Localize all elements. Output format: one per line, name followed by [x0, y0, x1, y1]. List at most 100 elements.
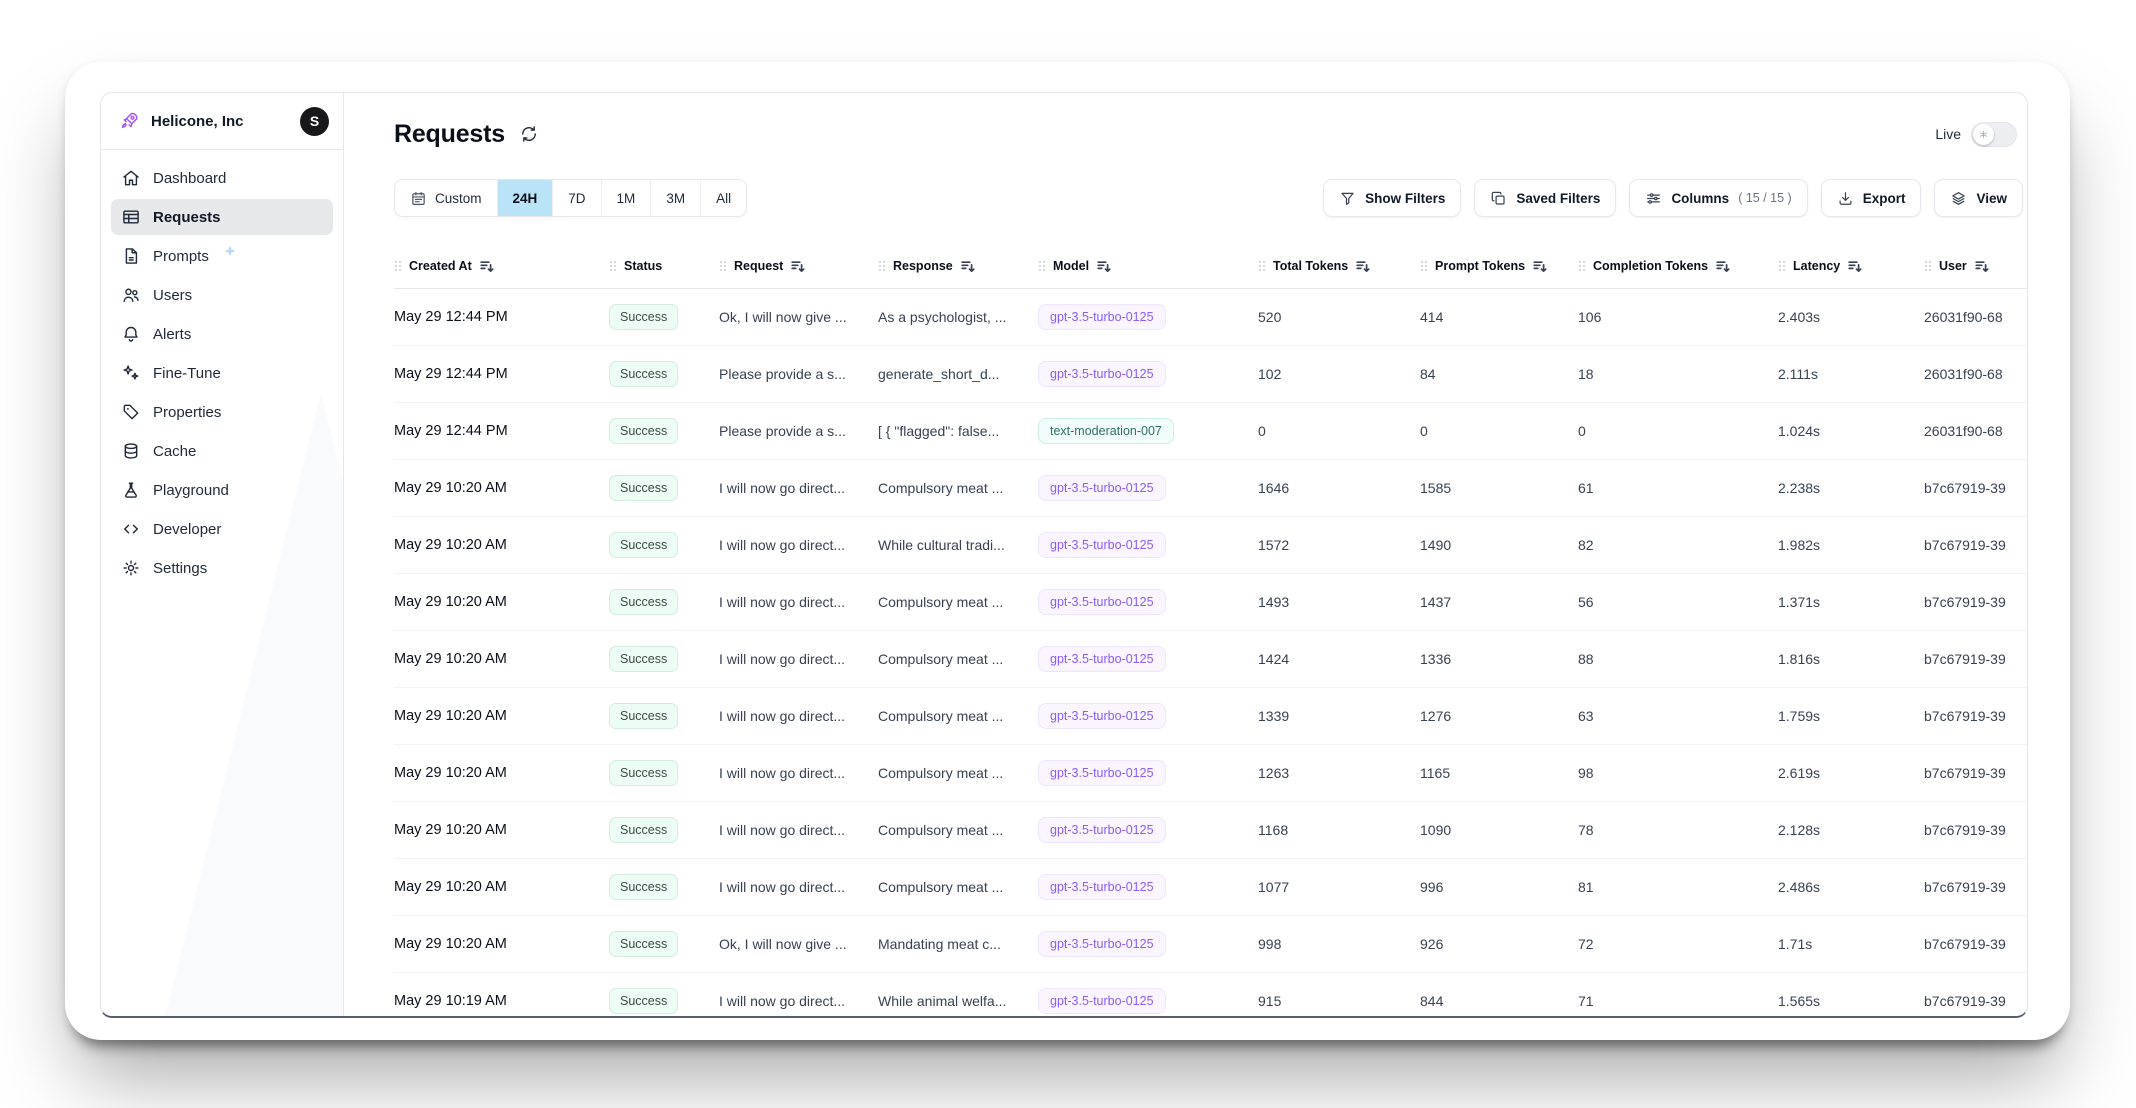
sidebar-item-users[interactable]: Users: [111, 277, 333, 313]
time-range-3m-button[interactable]: 3M: [651, 180, 701, 216]
org-name: Helicone, Inc: [151, 113, 244, 130]
refresh-button[interactable]: [519, 124, 539, 144]
sort-icon[interactable]: [479, 258, 495, 274]
cell-status: Success: [609, 931, 719, 957]
table-row[interactable]: May 29 10:20 AM Success Ok, I will now g…: [394, 916, 2027, 973]
sort-icon[interactable]: [960, 258, 976, 274]
column-label: Response: [893, 259, 953, 273]
view-button[interactable]: View: [1934, 179, 2023, 217]
table-row[interactable]: May 29 12:44 PM Success Please provide a…: [394, 346, 2027, 403]
cell-latency: 2.128s: [1778, 822, 1924, 838]
column-header-model[interactable]: Model: [1038, 258, 1258, 274]
sort-icon[interactable]: [1715, 258, 1731, 274]
calendar-icon: [410, 190, 427, 207]
sort-icon[interactable]: [790, 258, 806, 274]
cell-created-at: May 29 10:20 AM: [394, 936, 609, 952]
table-row[interactable]: May 29 10:20 AM Success I will now go di…: [394, 745, 2027, 802]
app-frame: Helicone, Inc S DashboardRequestsPrompts…: [100, 92, 2028, 1018]
cell-latency: 1.565s: [1778, 993, 1924, 1009]
column-header-user[interactable]: User: [1924, 258, 2027, 274]
cell-user: b7c67919-39: [1924, 480, 2027, 496]
time-range-custom-button[interactable]: Custom: [395, 180, 498, 216]
sidebar-item-dashboard[interactable]: Dashboard: [111, 160, 333, 196]
cell-created-at: May 29 10:19 AM: [394, 993, 609, 1009]
sort-icon[interactable]: [1532, 258, 1548, 274]
status-badge: Success: [609, 361, 678, 387]
drag-handle-icon[interactable]: [1258, 259, 1266, 273]
column-header-latency[interactable]: Latency: [1778, 258, 1924, 274]
time-range-all-button[interactable]: All: [701, 180, 746, 216]
status-badge: Success: [609, 418, 678, 444]
saved-filters-button[interactable]: Saved Filters: [1474, 179, 1616, 217]
column-header-total-tokens[interactable]: Total Tokens: [1258, 258, 1420, 274]
time-range-1m-button[interactable]: 1M: [602, 180, 652, 216]
show-filters-button[interactable]: Show Filters: [1323, 179, 1461, 217]
time-range-24h-button[interactable]: 24H: [498, 180, 554, 216]
sidebar-item-playground[interactable]: Playground: [111, 472, 333, 508]
sidebar-item-label: Settings: [153, 560, 207, 577]
column-header-response[interactable]: Response: [878, 258, 1038, 274]
cell-latency: 1.816s: [1778, 651, 1924, 667]
drag-handle-icon[interactable]: [1038, 259, 1046, 273]
columns-button[interactable]: Columns ( 15 / 15 ): [1629, 179, 1807, 217]
table-row[interactable]: May 29 10:20 AM Success I will now go di…: [394, 517, 2027, 574]
sidebar-item-requests[interactable]: Requests: [111, 199, 333, 235]
column-header-prompt-tokens[interactable]: Prompt Tokens: [1420, 258, 1578, 274]
model-badge: gpt-3.5-turbo-0125: [1038, 760, 1166, 786]
users-icon: [121, 285, 141, 305]
org-header[interactable]: Helicone, Inc S: [101, 93, 343, 150]
drag-handle-icon[interactable]: [719, 259, 727, 273]
live-control: Live: [1935, 122, 2017, 147]
drag-handle-icon[interactable]: [1420, 259, 1428, 273]
column-header-created-at[interactable]: Created At: [394, 258, 609, 274]
drag-handle-icon[interactable]: [609, 259, 617, 273]
table-row[interactable]: May 29 12:44 PM Success Ok, I will now g…: [394, 289, 2027, 346]
sort-icon[interactable]: [1096, 258, 1112, 274]
cell-completion-tokens: 88: [1578, 651, 1778, 667]
sidebar-item-settings[interactable]: Settings: [111, 550, 333, 586]
sidebar-item-cache[interactable]: Cache: [111, 433, 333, 469]
status-badge: Success: [609, 703, 678, 729]
cell-latency: 2.238s: [1778, 480, 1924, 496]
column-header-completion-tokens[interactable]: Completion Tokens: [1578, 258, 1778, 274]
sidebar-item-fine-tune[interactable]: Fine-Tune: [111, 355, 333, 391]
sidebar-item-label: Alerts: [153, 326, 191, 343]
sidebar-item-properties[interactable]: Properties: [111, 394, 333, 430]
table-row[interactable]: May 29 10:20 AM Success I will now go di…: [394, 859, 2027, 916]
export-button[interactable]: Export: [1821, 179, 1922, 217]
table-row[interactable]: May 29 12:44 PM Success Please provide a…: [394, 403, 2027, 460]
drag-handle-icon[interactable]: [394, 259, 402, 273]
main-content: Requests Live: [344, 93, 2027, 1016]
cell-response: Compulsory meat ...: [878, 822, 1038, 838]
drag-handle-icon[interactable]: [1924, 259, 1932, 273]
sort-icon[interactable]: [1847, 258, 1863, 274]
table-row[interactable]: May 29 10:20 AM Success I will now go di…: [394, 688, 2027, 745]
drag-handle-icon[interactable]: [1778, 259, 1786, 273]
time-range-7d-button[interactable]: 7D: [553, 180, 601, 216]
sidebar-item-alerts[interactable]: Alerts: [111, 316, 333, 352]
live-toggle[interactable]: [1971, 122, 2017, 147]
time-range-segmented-control: Custom 24H7D1M3MAll: [394, 179, 747, 217]
avatar[interactable]: S: [300, 107, 329, 136]
sort-icon[interactable]: [1355, 258, 1371, 274]
cell-model: gpt-3.5-turbo-0125: [1038, 646, 1258, 672]
column-header-request[interactable]: Request: [719, 258, 878, 274]
cell-total-tokens: 1424: [1258, 651, 1420, 667]
sidebar-item-developer[interactable]: Developer: [111, 511, 333, 547]
column-header-status[interactable]: Status: [609, 259, 719, 273]
cell-prompt-tokens: 1165: [1420, 765, 1578, 781]
sidebar-item-prompts[interactable]: Prompts: [111, 238, 333, 274]
cell-model: gpt-3.5-turbo-0125: [1038, 988, 1258, 1014]
table-row[interactable]: May 29 10:20 AM Success I will now go di…: [394, 574, 2027, 631]
cell-status: Success: [609, 418, 719, 444]
cell-status: Success: [609, 475, 719, 501]
table-row[interactable]: May 29 10:19 AM Success I will now go di…: [394, 973, 2027, 1016]
drag-handle-icon[interactable]: [1578, 259, 1586, 273]
cell-prompt-tokens: 1336: [1420, 651, 1578, 667]
document-icon: [121, 246, 141, 266]
sort-icon[interactable]: [1974, 258, 1990, 274]
table-row[interactable]: May 29 10:20 AM Success I will now go di…: [394, 802, 2027, 859]
table-row[interactable]: May 29 10:20 AM Success I will now go di…: [394, 631, 2027, 688]
drag-handle-icon[interactable]: [878, 259, 886, 273]
table-row[interactable]: May 29 10:20 AM Success I will now go di…: [394, 460, 2027, 517]
